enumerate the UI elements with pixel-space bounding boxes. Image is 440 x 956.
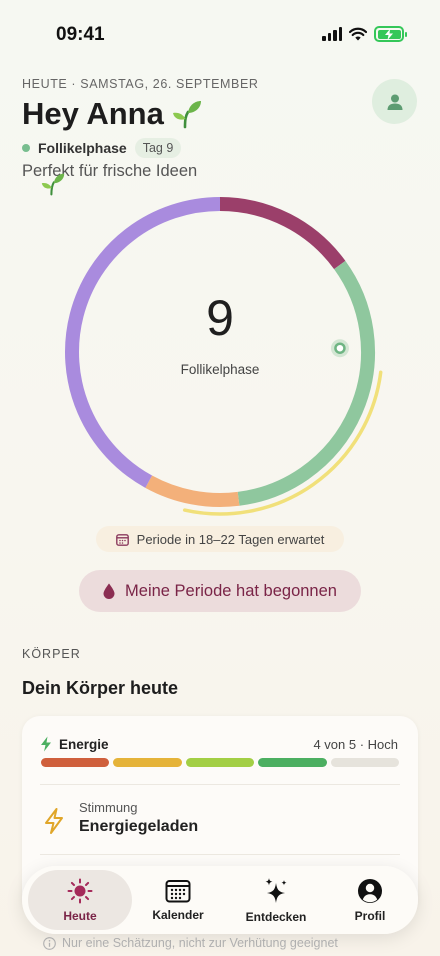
mood-value: Energiegeladen — [79, 818, 199, 835]
tab-entdecken[interactable]: Entdecken — [224, 870, 328, 930]
energy-bar-segment — [113, 758, 182, 767]
cycle-ring-center: 9 Follikelphase — [40, 172, 400, 532]
forecast-text: Periode in 18–22 Tagen erwartet — [136, 531, 325, 547]
cycle-ring-phase: Follikelphase — [180, 362, 260, 377]
lightning-icon — [41, 736, 51, 752]
energy-bar-segment — [185, 758, 255, 767]
phase-indicator: Follikelphase Tag 9 — [22, 138, 182, 158]
status-time: 09:41 — [56, 24, 105, 45]
mood-label: Stimmung — [79, 800, 138, 815]
cycle-day-badge: Tag 9 — [134, 138, 182, 158]
energy-bar-segment — [330, 758, 400, 767]
cellular-signal-icon — [322, 27, 342, 41]
sparkles-icon — [265, 877, 287, 903]
energy-level-bars — [41, 758, 400, 767]
cycle-day-number: 9 — [206, 290, 234, 346]
energy-bar-segment — [41, 758, 110, 767]
divider — [40, 854, 400, 855]
status-icons — [322, 26, 407, 42]
tab-label: Profil — [354, 908, 386, 923]
greeting-text: Hey Anna — [22, 96, 164, 131]
cycle-ring[interactable]: 9 Follikelphase — [40, 172, 400, 532]
date-line: HEUTE · SAMSTAG, 26. SEPTEMBER — [22, 77, 259, 91]
tab-label: Kalender — [152, 907, 204, 922]
sun-icon — [67, 878, 93, 903]
drop-icon — [103, 583, 115, 599]
person-icon — [387, 94, 402, 110]
tab-label: Entdecken — [245, 909, 307, 924]
energy-label: Energie — [59, 736, 109, 752]
tab-heute[interactable]: Heute — [28, 870, 132, 930]
calendar-icon — [115, 533, 129, 546]
tab-bar: Heute Kalender Entdecken Profil — [22, 866, 418, 934]
person-icon — [358, 878, 382, 903]
sprout-icon — [172, 101, 201, 129]
phase-name: Follikelphase — [38, 140, 127, 156]
divider — [40, 784, 400, 785]
lightning-icon — [45, 808, 63, 834]
profile-avatar-button[interactable] — [372, 79, 417, 124]
phase-dot — [22, 144, 30, 152]
energy-bar-segment — [258, 758, 327, 767]
calendar-icon — [165, 879, 191, 902]
disclaimer: Nur eine Schätzung, nicht zur Verhütung … — [43, 936, 338, 950]
energy-header: Energie — [40, 736, 109, 752]
sprout-icon — [41, 173, 65, 196]
period-started-label: Meine Periode hat begonnen — [125, 581, 337, 600]
tab-profil[interactable]: Profil — [328, 870, 412, 930]
tab-kalender[interactable]: Kalender — [132, 870, 224, 930]
section-label: KÖRPER — [22, 647, 81, 661]
tab-label: Heute — [63, 908, 97, 923]
section-title: Dein Körper heute — [22, 678, 179, 698]
battery-charging-icon — [374, 26, 407, 42]
disclaimer-text: Nur eine Schätzung, nicht zur Verhütung … — [62, 936, 338, 950]
info-icon — [43, 936, 56, 950]
energy-value: 4 von 5 · Hoch — [313, 737, 398, 752]
period-forecast: Periode in 18–22 Tagen erwartet — [96, 526, 344, 552]
greeting-title: Hey Anna — [22, 96, 202, 132]
wifi-icon — [349, 27, 367, 41]
status-bar: 09:41 — [0, 0, 440, 60]
period-started-button[interactable]: Meine Periode hat begonnen — [79, 570, 361, 612]
